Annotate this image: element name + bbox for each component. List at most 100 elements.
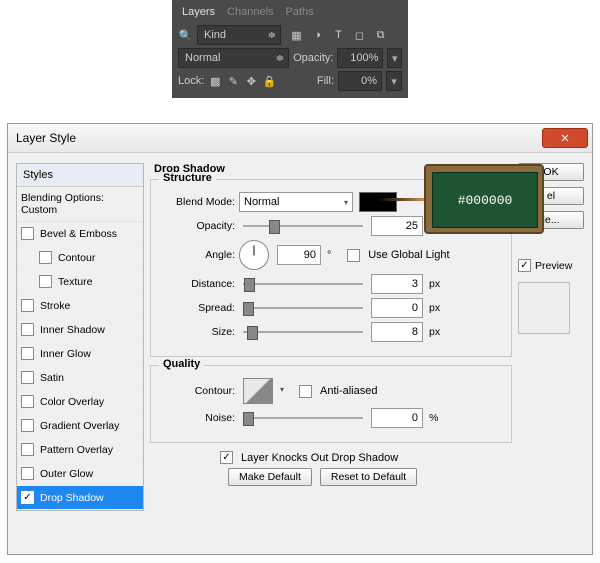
shadow-color-swatch[interactable]: [359, 192, 397, 212]
style-row-label: Satin: [40, 372, 64, 384]
fill-value[interactable]: 0%: [338, 71, 382, 91]
blending-options-row[interactable]: Blending Options: Custom: [17, 187, 143, 222]
distance-slider[interactable]: [243, 276, 363, 292]
style-checkbox[interactable]: [21, 491, 34, 504]
style-checkbox[interactable]: [21, 467, 34, 480]
adjustment-filter-icon[interactable]: ◑: [310, 28, 325, 43]
noise-unit: %: [429, 412, 438, 424]
style-row-label: Stroke: [40, 300, 70, 312]
opacity-value[interactable]: 100%: [337, 48, 383, 68]
smart-filter-icon[interactable]: ⧉: [373, 28, 388, 43]
lock-label: Lock:: [178, 75, 204, 87]
make-default-button[interactable]: Make Default: [228, 468, 312, 486]
size-unit: px: [429, 326, 440, 338]
lock-transparent-icon[interactable]: ▩: [208, 74, 222, 88]
blend-mode-dropdown[interactable]: Normal: [239, 192, 353, 212]
style-row-pattern-overlay[interactable]: Pattern Overlay: [17, 438, 143, 462]
structure-label: Structure: [159, 172, 216, 184]
spread-slider[interactable]: [243, 300, 363, 316]
style-row-contour[interactable]: Contour: [17, 246, 143, 270]
distance-input[interactable]: 3: [371, 274, 423, 294]
quality-label: Quality: [159, 358, 204, 370]
style-row-label: Inner Shadow: [40, 324, 105, 336]
style-row-label: Contour: [58, 252, 95, 264]
preview-checkbox[interactable]: [518, 259, 531, 272]
style-row-bevel-emboss[interactable]: Bevel & Emboss: [17, 222, 143, 246]
layers-panel: Layers Channels Paths 🔍 Kind ▦ ◑ T ◻ ⧉ N…: [172, 0, 408, 98]
close-button[interactable]: ✕: [542, 128, 588, 148]
style-checkbox[interactable]: [39, 275, 52, 288]
close-icon: ✕: [560, 132, 569, 145]
callout-connector: [378, 198, 424, 201]
style-row-satin[interactable]: Satin: [17, 366, 143, 390]
tab-layers[interactable]: Layers: [182, 6, 215, 18]
style-row-stroke[interactable]: Stroke: [17, 294, 143, 318]
opacity-slider[interactable]: [243, 218, 363, 234]
style-row-label: Pattern Overlay: [40, 444, 113, 456]
noise-label: Noise:: [161, 412, 235, 424]
angle-dial[interactable]: [239, 240, 269, 270]
fill-label: Fill:: [317, 75, 334, 87]
style-row-texture[interactable]: Texture: [17, 270, 143, 294]
preview-row: Preview: [518, 259, 584, 272]
antialiased-checkbox[interactable]: [299, 385, 312, 398]
style-checkbox[interactable]: [21, 371, 34, 384]
size-label: Size:: [161, 326, 235, 338]
knockout-checkbox[interactable]: [220, 451, 233, 464]
tab-paths[interactable]: Paths: [286, 6, 314, 18]
style-checkbox[interactable]: [21, 299, 34, 312]
preview-swatch: [518, 282, 570, 334]
blend-mode-select[interactable]: Normal: [178, 48, 289, 68]
contour-picker[interactable]: [243, 378, 273, 404]
style-checkbox[interactable]: [21, 347, 34, 360]
size-slider[interactable]: [243, 324, 363, 340]
style-checkbox[interactable]: [21, 227, 34, 240]
opacity-input[interactable]: 25: [371, 216, 423, 236]
blend-mode-label: Blend Mode:: [161, 196, 235, 208]
fill-arrow[interactable]: ▾: [386, 71, 402, 91]
style-row-gradient-overlay[interactable]: Gradient Overlay: [17, 414, 143, 438]
style-checkbox[interactable]: [21, 323, 34, 336]
shape-filter-icon[interactable]: ◻: [352, 28, 367, 43]
quality-group: Quality Contour: Anti-aliased Noise: 0 %: [150, 365, 512, 443]
size-input[interactable]: 8: [371, 322, 423, 342]
style-row-label: Color Overlay: [40, 396, 104, 408]
pixel-filter-icon[interactable]: ▦: [289, 28, 304, 43]
styles-heading[interactable]: Styles: [17, 164, 143, 187]
angle-input[interactable]: 90: [277, 245, 321, 265]
spread-label: Spread:: [161, 302, 235, 314]
type-filter-icon[interactable]: T: [331, 28, 346, 43]
angle-label: Angle:: [161, 249, 235, 261]
style-row-label: Bevel & Emboss: [40, 228, 117, 240]
style-row-color-overlay[interactable]: Color Overlay: [17, 390, 143, 414]
style-row-inner-shadow[interactable]: Inner Shadow: [17, 318, 143, 342]
panel-tabs: Layers Channels Paths: [176, 4, 404, 22]
knockout-label: Layer Knocks Out Drop Shadow: [241, 452, 398, 464]
style-row-drop-shadow[interactable]: Drop Shadow: [17, 486, 143, 510]
titlebar[interactable]: Layer Style ✕: [8, 124, 592, 153]
style-checkbox[interactable]: [21, 419, 34, 432]
angle-unit: °: [327, 249, 331, 261]
style-checkbox[interactable]: [21, 395, 34, 408]
style-row-outer-glow[interactable]: Outer Glow: [17, 462, 143, 486]
dialog-title: Layer Style: [8, 131, 76, 145]
style-checkbox[interactable]: [21, 443, 34, 456]
spread-input[interactable]: 0: [371, 298, 423, 318]
style-row-inner-glow[interactable]: Inner Glow: [17, 342, 143, 366]
lock-all-icon[interactable]: 🔒: [262, 74, 276, 88]
styles-list: Styles Blending Options: Custom Bevel & …: [16, 163, 144, 511]
opacity-arrow[interactable]: ▾: [387, 48, 402, 68]
tab-channels[interactable]: Channels: [227, 6, 273, 18]
use-global-light-label: Use Global Light: [368, 249, 449, 261]
distance-unit: px: [429, 278, 440, 290]
filter-kind-select[interactable]: Kind: [197, 25, 281, 45]
use-global-light-checkbox[interactable]: [347, 249, 360, 262]
opacity-setting-label: Opacity:: [161, 220, 235, 232]
noise-input[interactable]: 0: [371, 408, 423, 428]
lock-move-icon[interactable]: ✥: [244, 74, 258, 88]
style-checkbox[interactable]: [39, 251, 52, 264]
color-callout-value: #000000: [432, 172, 538, 228]
reset-default-button[interactable]: Reset to Default: [320, 468, 417, 486]
noise-slider[interactable]: [243, 410, 363, 426]
lock-paint-icon[interactable]: ✎: [226, 74, 240, 88]
